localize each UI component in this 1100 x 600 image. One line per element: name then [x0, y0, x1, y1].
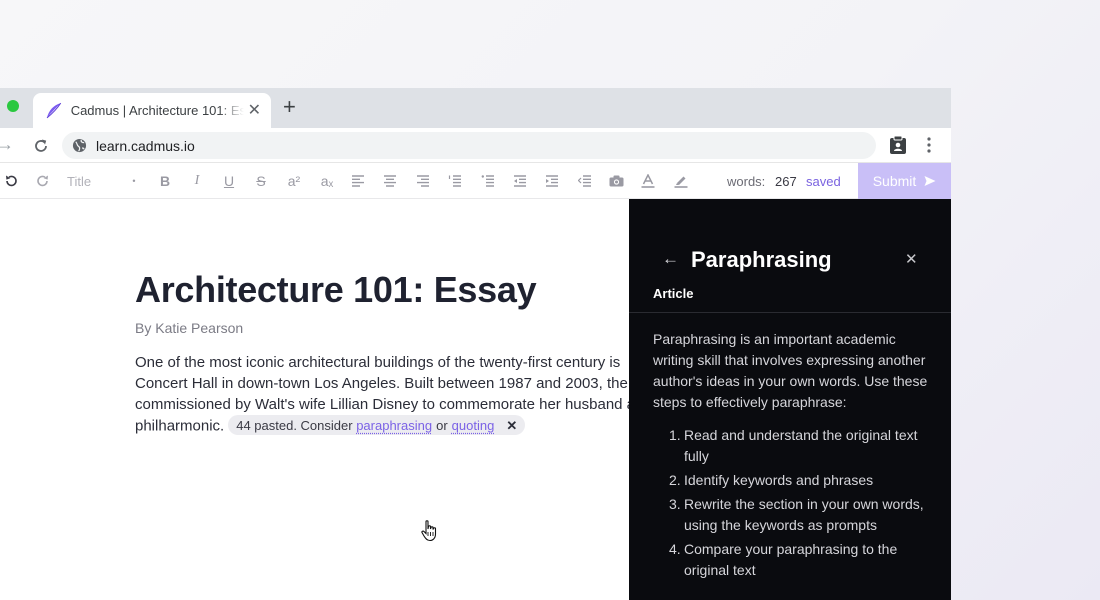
back-arrow-icon[interactable]: → — [0, 134, 14, 155]
step-text: Identify keywords and phrases — [684, 472, 874, 488]
tab-strip: Cadmus | Architecture 101: Essay ✕ + — [0, 88, 951, 128]
back-arrow-icon[interactable]: ← — [662, 249, 679, 269]
align-right-icon[interactable] — [415, 163, 431, 199]
body-line: commissioned by Walt's wife Lillian Disn… — [135, 396, 629, 413]
submit-button[interactable]: Submit — [858, 163, 951, 199]
indent-icon[interactable] — [544, 163, 560, 199]
paraphrasing-link[interactable]: paraphrasing — [356, 415, 432, 436]
browser-window: Cadmus | Architecture 101: Essay ✕ + → l… — [0, 88, 951, 600]
body-line-text: philharmonic. — [135, 417, 225, 435]
align-left-icon[interactable] — [350, 163, 366, 199]
panel-intro: Paraphrasing is an important academic wr… — [653, 331, 928, 410]
list-item: 1. Read and understand the original text … — [669, 425, 939, 467]
undo-icon[interactable] — [2, 163, 20, 199]
document-body[interactable]: One of the most iconic architectural bui… — [135, 352, 629, 436]
step-number: 4. — [669, 541, 681, 557]
step-number: 2. — [669, 472, 681, 488]
body-line: One of the most iconic architectural bui… — [135, 354, 621, 371]
ordered-list-icon[interactable] — [447, 163, 463, 199]
new-tab-button[interactable]: + — [283, 96, 296, 118]
list-item: 4. Compare your paraphrasing to the origi… — [669, 539, 939, 581]
quoting-link[interactable]: quoting — [452, 415, 495, 436]
save-status: saved — [806, 173, 841, 189]
kebab-menu-icon[interactable] — [926, 137, 932, 153]
document-canvas: Architecture 101: Essay By Katie Pearson… — [0, 199, 629, 600]
panel-divider — [629, 312, 951, 313]
reload-icon[interactable] — [33, 138, 49, 154]
document-title[interactable]: Architecture 101: Essay — [135, 269, 537, 311]
steps-list: 1. Read and understand the original text … — [669, 425, 939, 584]
paste-notice-or: or — [436, 417, 448, 433]
list-item: 3. Rewrite the section in your own words,… — [669, 494, 939, 536]
editor-toolbar: Title • B I U S a² aₓ words: 267 saved S… — [0, 163, 951, 199]
window-zoom-button[interactable] — [7, 100, 19, 112]
underline-button[interactable]: U — [221, 163, 237, 199]
style-dropdown-icon[interactable]: • — [130, 163, 138, 199]
paste-notice-chip: 44 pasted. Consider paraphrasing or quotin… — [228, 415, 526, 436]
text-color-icon[interactable] — [640, 163, 656, 199]
browser-tab[interactable]: Cadmus | Architecture 101: Essay ✕ — [33, 93, 271, 128]
highlighter-icon[interactable] — [673, 163, 689, 199]
url-text: learn.cadmus.io — [96, 137, 195, 154]
hand-pointer-cursor-icon — [421, 520, 437, 542]
clipboard-extension-icon[interactable] — [889, 135, 907, 155]
outdent-icon[interactable] — [512, 163, 528, 199]
tab-title: Cadmus | Architecture 101: Essay — [70, 103, 244, 118]
bold-button[interactable]: B — [158, 163, 172, 199]
panel-title: Paraphrasing — [691, 247, 832, 272]
cadmus-feather-icon — [46, 102, 62, 118]
step-text: Read and understand the original text fu… — [684, 427, 918, 464]
close-icon[interactable]: ✕ — [905, 250, 918, 268]
word-count-label: words: — [727, 173, 766, 189]
body-line-last: philharmonic. 44 pasted. Consider paraphr… — [135, 415, 629, 436]
dismiss-notice-icon[interactable]: ✕ — [506, 415, 517, 436]
word-count-value: 267 — [775, 173, 797, 189]
redo-icon[interactable] — [34, 163, 52, 199]
strikethrough-button[interactable]: S — [253, 163, 269, 199]
blockquote-icon[interactable] — [577, 163, 593, 199]
align-center-icon[interactable] — [382, 163, 398, 199]
list-item: 2. Identify keywords and phrases — [669, 470, 939, 491]
submit-label: Submit — [872, 173, 917, 189]
send-icon — [924, 176, 936, 186]
paste-notice-text: 44 pasted. Consider — [236, 417, 353, 433]
camera-icon[interactable] — [608, 163, 624, 199]
superscript-button[interactable]: a² — [284, 163, 304, 199]
url-input[interactable]: learn.cadmus.io — [62, 132, 876, 159]
step-number: 3. — [669, 496, 681, 512]
bullet-list-icon[interactable] — [480, 163, 496, 199]
italic-button[interactable]: I — [190, 163, 204, 199]
step-number: 1. — [669, 427, 681, 443]
body-line: Concert Hall in down-town Los Angeles. B… — [135, 375, 628, 392]
panel-type-label: Article — [653, 286, 694, 301]
globe-icon — [72, 138, 87, 153]
paraphrasing-panel: ← Paraphrasing ✕ Article Paraphrasing is… — [629, 199, 951, 600]
subscript-button[interactable]: aₓ — [317, 163, 337, 199]
step-text: Compare your paraphrasing to the origina… — [684, 541, 898, 578]
document-author: By Katie Pearson — [135, 320, 244, 336]
address-bar: → learn.cadmus.io — [0, 128, 951, 163]
step-text: Rewrite the section in your own words, u… — [684, 496, 924, 533]
tab-close-icon[interactable]: ✕ — [248, 102, 261, 119]
style-select[interactable]: Title — [67, 163, 91, 199]
